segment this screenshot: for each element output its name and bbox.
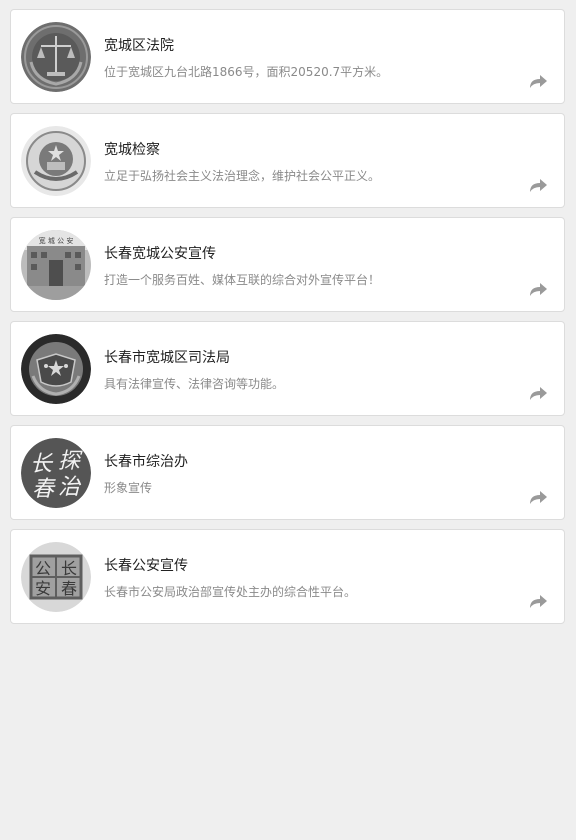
share-arrow-icon[interactable] bbox=[528, 385, 548, 401]
share-arrow-icon[interactable] bbox=[528, 593, 548, 609]
svg-text:公: 公 bbox=[35, 559, 51, 578]
svg-text:宽 城 公 安: 宽 城 公 安 bbox=[39, 236, 74, 245]
item-description: 形象宣传 bbox=[104, 481, 153, 495]
item-description: 长春市公安局政治部宣传处主办的综合性平台。 bbox=[104, 585, 357, 599]
list-item-comprehensive-office[interactable]: 长 探 春 治 长春市综治办 形象宣传 bbox=[10, 425, 565, 520]
svg-text:治: 治 bbox=[58, 475, 82, 500]
list-item-court[interactable]: 宽城区法院 位于宽城区九台北路1866号，面积20520.7平方米。 bbox=[10, 9, 565, 104]
share-arrow-icon[interactable] bbox=[528, 177, 548, 193]
item-description: 具有法律宣传、法律咨询等功能。 bbox=[104, 377, 285, 391]
item-title: 长春宽城公安宣传 bbox=[104, 246, 216, 262]
svg-text:春: 春 bbox=[32, 477, 56, 502]
calligraphy-logo-icon: 长 探 春 治 bbox=[21, 438, 91, 508]
list-item-justice-bureau[interactable]: 长春市宽城区司法局 具有法律宣传、法律咨询等功能。 bbox=[10, 321, 565, 416]
item-title: 长春市宽城区司法局 bbox=[104, 350, 230, 366]
share-arrow-icon[interactable] bbox=[528, 281, 548, 297]
item-description: 位于宽城区九台北路1866号，面积20520.7平方米。 bbox=[104, 65, 389, 79]
item-description: 立足于弘扬社会主义法治理念，维护社会公平正义。 bbox=[104, 169, 381, 183]
page: { "items": [ { "title": "宽城区法院", "desc":… bbox=[0, 0, 576, 840]
account-list: 宽城区法院 位于宽城区九台北路1866号，面积20520.7平方米。 宽城检察 … bbox=[10, 9, 565, 633]
item-title: 宽城检察 bbox=[104, 142, 160, 158]
list-item-kuancheng-police[interactable]: 宽 城 公 安 长春宽城公安宣传 打造一个服务百姓、媒体互联的综合对外宣传平台！ bbox=[10, 217, 565, 312]
svg-text:长: 长 bbox=[61, 559, 77, 578]
justice-emblem-icon bbox=[21, 334, 91, 404]
procuratorate-emblem-icon bbox=[21, 126, 91, 196]
police-seal-logo-icon: 公 长 安 春 bbox=[21, 542, 91, 612]
item-title: 长春市综治办 bbox=[104, 454, 188, 470]
police-building-photo-icon: 宽 城 公 安 bbox=[21, 230, 91, 300]
share-arrow-icon[interactable] bbox=[528, 73, 548, 89]
list-item-changchun-police[interactable]: 公 长 安 春 长春公安宣传 长春市公安局政治部宣传处主办的综合性平台。 bbox=[10, 529, 565, 624]
share-arrow-icon[interactable] bbox=[528, 489, 548, 505]
svg-text:春: 春 bbox=[61, 579, 77, 598]
item-title: 长春公安宣传 bbox=[104, 558, 188, 574]
svg-text:探: 探 bbox=[58, 449, 83, 474]
svg-text:安: 安 bbox=[35, 579, 51, 598]
item-title: 宽城区法院 bbox=[104, 38, 174, 54]
svg-text:长: 长 bbox=[30, 452, 54, 477]
court-emblem-icon bbox=[21, 22, 91, 92]
item-description: 打造一个服务百姓、媒体互联的综合对外宣传平台！ bbox=[104, 273, 381, 287]
list-item-procuratorate[interactable]: 宽城检察 立足于弘扬社会主义法治理念，维护社会公平正义。 bbox=[10, 113, 565, 208]
